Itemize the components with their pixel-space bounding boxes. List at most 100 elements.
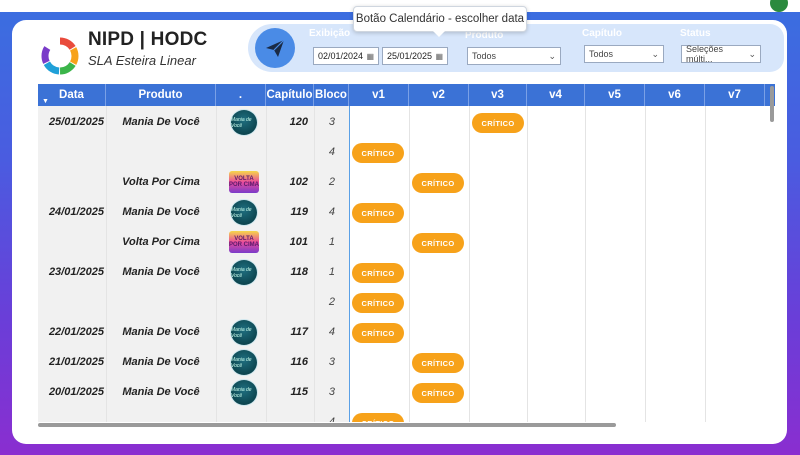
date-to-input[interactable]: 25/01/2025 ▦ [382,47,448,65]
thumbnail-mania-de-voce: Mania de Você [230,349,258,376]
cell-chapter: 117 [290,326,308,338]
chevron-down-icon: ⌄ [651,48,659,59]
thumbnail-mania-de-voce: Mania de Você [230,199,258,226]
column-header-v6[interactable]: v6 [645,84,705,106]
status-badge-critico[interactable]: CRÍTICO [412,353,464,373]
status-badge-critico[interactable]: CRÍTICO [352,413,404,422]
vertical-scroll-thumb[interactable] [770,86,774,122]
cell-product [106,287,216,317]
table-row: 22/01/2025 Mania De Você 117 4 Mania de Você… [38,317,775,347]
produto-select[interactable]: Todos ⌄ [467,47,561,65]
cell-block: 1 [328,236,335,248]
table-row: 25/01/2025 Mania De Você 120 3 Mania de Você… [38,107,775,137]
status-badge-critico[interactable]: CRÍTICO [352,143,404,163]
table-row: 24/01/2025 Mania De Você 119 4 Mania de Você… [38,197,775,227]
paper-plane-icon [266,39,285,57]
cell-chapter [266,287,314,317]
cell-date: 24/01/2025 [48,206,104,218]
cell-product [106,407,216,422]
column-header-v3[interactable]: v3 [469,84,527,106]
cell-chapter: 120 [289,116,308,128]
cell-product: Mania De Você [122,356,200,368]
thumbnail-volta-por-cima: VOLTA POR CIMA [229,231,259,253]
cell-chapter: 116 [290,356,308,368]
cell-block: 1 [328,266,335,278]
column-header-produto[interactable]: Produto [106,84,216,106]
capitulo-label: Capítulo [582,28,622,39]
thumbnail-mania-de-voce: Mania de Você [230,379,258,406]
sort-descending-icon[interactable]: ▼ [42,98,49,105]
cell-chapter: 115 [290,386,308,398]
status-badge-critico[interactable]: CRÍTICO [352,293,404,313]
table-row: 23/01/2025 Mania De Você 118 1 Mania de Você… [38,257,775,287]
cell-block: 4 [328,326,335,338]
cell-date [38,227,106,257]
cell-product: Volta Por Cima [122,176,200,188]
status-badge-critico[interactable]: CRÍTICO [412,233,464,253]
table-row: 2 CRÍTICO [38,287,775,317]
thumbnail-volta-por-cima: VOLTA POR CIMA [229,171,259,193]
capitulo-value: Todos [589,49,614,59]
column-header-v4[interactable]: v4 [527,84,585,106]
table-row: Volta Por Cima 102 2 VOLTA POR CIMA CRÍTICO [38,167,775,197]
cell-block: 3 [328,116,335,128]
thumbnail-mania-de-voce: Mania de Você [230,109,258,136]
horizontal-scrollbar[interactable] [38,422,618,428]
table-row: 4 CRÍTICO [38,407,775,422]
cell-block: 3 [328,356,335,368]
date-to-value: 25/01/2025 [387,51,433,61]
status-badge-critico[interactable]: CRÍTICO [412,383,464,403]
cell-chapter: 118 [290,266,308,278]
cell-block: 2 [328,296,335,308]
cell-date [38,137,106,167]
cell-date: 20/01/2025 [48,386,104,398]
brand-title: NIPD | HODC [88,29,208,50]
cell-chapter: 102 [289,176,308,188]
cell-date [38,407,106,422]
status-label: Status [680,28,711,39]
column-header-bloco[interactable]: Bloco [314,84,349,106]
status-badge-critico[interactable]: CRÍTICO [352,203,404,223]
cell-date: 25/01/2025 [48,116,104,128]
cell-product: Volta Por Cima [122,236,200,248]
cell-product: Mania De Você [122,206,200,218]
cell-block: 3 [328,386,335,398]
calendar-button[interactable] [255,28,295,68]
cell-block: 4 [328,416,335,422]
cell-chapter: 119 [290,206,308,218]
status-badge-critico[interactable]: CRÍTICO [352,263,404,283]
capitulo-select[interactable]: Todos ⌄ [584,45,664,63]
cell-chapter [266,137,314,167]
exibicao-label: Exibição [309,28,351,39]
column-header-v1[interactable]: v1 [349,84,409,106]
cell-product: Mania De Você [122,326,200,338]
calendar-icon: ▦ [366,51,374,61]
table-row: 21/01/2025 Mania De Você 116 3 Mania de Você… [38,347,775,377]
cell-product [106,137,216,167]
thumbnail-mania-de-voce: Mania de Você [230,319,258,346]
status-badge-critico[interactable]: CRÍTICO [352,323,404,343]
cell-block: 4 [328,206,335,218]
cell-chapter [266,407,314,422]
column-header-thumbnail[interactable]: . [216,84,266,106]
cell-date [38,167,106,197]
cell-block: 4 [328,146,335,158]
vertical-scrollbar[interactable] [769,84,775,422]
column-header-v7[interactable]: v7 [705,84,765,106]
table-row: Volta Por Cima 101 1 VOLTA POR CIMA CRÍTICO [38,227,775,257]
column-header-v2[interactable]: v2 [409,84,469,106]
status-badge-critico[interactable]: CRÍTICO [412,173,464,193]
cell-chapter: 101 [289,236,308,248]
status-dot [770,0,788,12]
chevron-down-icon: ⌄ [748,48,756,59]
horizontal-scroll-thumb[interactable] [38,423,616,427]
cell-product: Mania De Você [122,116,200,128]
cell-product: Mania De Você [122,266,200,278]
cell-date: 23/01/2025 [48,266,104,278]
status-badge-critico[interactable]: CRÍTICO [472,113,524,133]
column-header-cap-tulo[interactable]: Capítulo [266,84,314,106]
column-header-v5[interactable]: v5 [585,84,645,106]
date-from-input[interactable]: 02/01/2024 ▦ [313,47,379,65]
status-select[interactable]: Seleções múlti... ⌄ [681,44,761,64]
column-header-data[interactable]: Data ▼ [38,84,106,106]
